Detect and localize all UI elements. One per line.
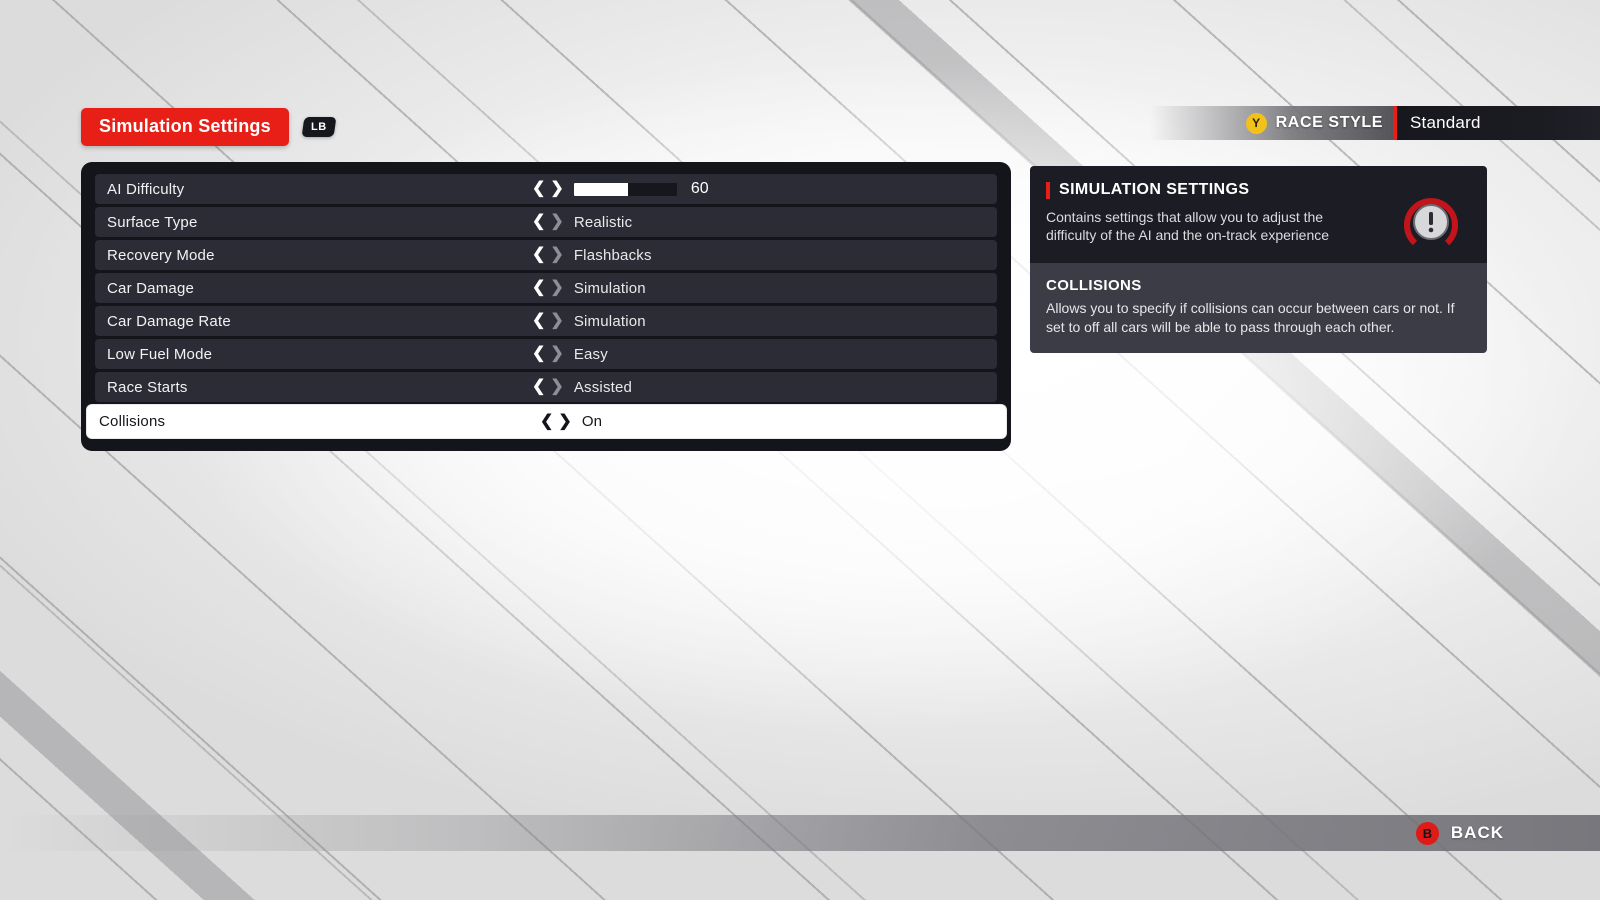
value-stepper[interactable]: ❮ ❯ (532, 247, 564, 263)
chevron-right-icon[interactable]: ❯ (550, 214, 563, 230)
setting-value: Easy (573, 345, 608, 363)
lb-shoulder-button-badge[interactable]: LB (301, 117, 336, 137)
chevron-left-icon[interactable]: ❮ (532, 280, 545, 296)
info-description: Contains settings that allow you to adju… (1046, 209, 1330, 244)
settings-rows: AI Difficulty ❮ ❯ 60 Surface Type ❮ ❯ Realistic… (87, 174, 1006, 438)
info-subtitle: COLLISIONS (1046, 276, 1142, 294)
chevron-right-icon[interactable]: ❯ (550, 313, 563, 329)
chevron-right-icon[interactable]: ❯ (550, 346, 563, 362)
value-stepper[interactable]: ❮ ❯ (532, 214, 564, 230)
chevron-right-icon[interactable]: ❯ (550, 379, 563, 395)
setting-value: Simulation (573, 279, 646, 297)
slider-value: 60 (690, 180, 709, 197)
chevron-left-icon[interactable]: ❮ (532, 214, 545, 230)
setting-label: Collisions (99, 413, 166, 430)
setting-row[interactable]: Recovery Mode ❮ ❯ Flashbacks (95, 240, 997, 270)
tab-simulation-settings[interactable]: Simulation Settings (81, 108, 289, 146)
chevron-right-icon[interactable]: ❯ (550, 247, 563, 263)
value-stepper[interactable]: ❮ ❯ (532, 181, 564, 197)
value-stepper[interactable]: ❮ ❯ (532, 346, 564, 362)
info-panel-top: SIMULATION SETTINGS Contains settings th… (1030, 166, 1487, 263)
setting-row[interactable]: Car Damage Rate ❮ ❯ Simulation (95, 306, 997, 336)
info-panel: SIMULATION SETTINGS Contains settings th… (1030, 166, 1487, 354)
page-header: Simulation Settings LB (81, 108, 336, 146)
warning-icon (1404, 198, 1458, 246)
setting-row[interactable]: AI Difficulty ❮ ❯ 60 (95, 174, 997, 204)
race-style-value: Standard (1410, 113, 1481, 132)
setting-value: On (581, 413, 603, 430)
setting-row[interactable]: Low Fuel Mode ❮ ❯ Easy (95, 339, 997, 369)
setting-value: Flashbacks (573, 246, 652, 264)
chevron-left-icon[interactable]: ❮ (540, 413, 553, 430)
setting-row[interactable]: Surface Type ❮ ❯ Realistic (95, 207, 997, 237)
setting-value: Assisted (573, 378, 633, 396)
race-style-label: RACE STYLE (1275, 114, 1383, 131)
value-stepper[interactable]: ❮ ❯ (532, 313, 564, 329)
setting-label: Car Damage (107, 279, 195, 297)
setting-row[interactable]: Collisions ❮ ❯ On (87, 405, 1006, 438)
info-body-text: Allows you to specify if collisions can … (1046, 299, 1455, 335)
chevron-right-icon[interactable]: ❯ (558, 413, 571, 430)
chevron-left-icon[interactable]: ❮ (532, 379, 545, 395)
back-action-bar[interactable]: B BACK (0, 815, 1600, 851)
value-stepper[interactable]: ❮ ❯ (540, 413, 572, 430)
setting-label: Car Damage Rate (107, 312, 231, 330)
chevron-right-icon[interactable]: ❯ (550, 181, 563, 197)
setting-label: Surface Type (107, 213, 198, 231)
chevron-left-icon[interactable]: ❮ (532, 346, 545, 362)
race-style-bar[interactable]: Y RACE STYLE Standard (1150, 106, 1600, 140)
setting-label: Low Fuel Mode (107, 345, 213, 363)
ai-difficulty-slider[interactable]: 60 (573, 180, 709, 198)
slider-fill (573, 182, 629, 196)
chevron-left-icon[interactable]: ❮ (532, 247, 545, 263)
setting-row[interactable]: Car Damage ❮ ❯ Simulation (95, 273, 997, 303)
difficulty-segment-indicator (1494, 113, 1523, 133)
setting-value: Realistic (573, 213, 633, 231)
chevron-right-icon[interactable]: ❯ (550, 280, 563, 296)
setting-value: Simulation (573, 312, 646, 330)
y-button-icon[interactable]: Y (1245, 112, 1267, 134)
settings-panel: AI Difficulty ❮ ❯ 60 Surface Type ❮ ❯ Realistic… (81, 162, 1011, 451)
chevron-left-icon[interactable]: ❮ (532, 313, 545, 329)
race-style-right-section: Standard (1397, 106, 1600, 140)
slider-track[interactable] (573, 182, 677, 196)
setting-label: AI Difficulty (107, 180, 185, 198)
setting-label: Recovery Mode (107, 246, 215, 264)
setting-label: Race Starts (107, 378, 188, 396)
game-settings-screen: Simulation Settings LB Y RACE STYLE Stan… (0, 0, 1600, 900)
info-panel-bottom: COLLISIONS Allows you to specify if coll… (1030, 262, 1487, 354)
setting-row[interactable]: Race Starts ❮ ❯ Assisted (95, 372, 997, 402)
race-style-left-section: Y RACE STYLE (1150, 106, 1393, 140)
value-stepper[interactable]: ❮ ❯ (532, 379, 564, 395)
lb-badge-label: LB (310, 121, 327, 133)
value-stepper[interactable]: ❮ ❯ (532, 280, 564, 296)
title-accent-bar (1046, 181, 1050, 199)
info-title: SIMULATION SETTINGS (1059, 181, 1250, 198)
b-button-icon[interactable]: B (1415, 821, 1439, 845)
back-button-label: BACK (1450, 823, 1504, 842)
chevron-left-icon[interactable]: ❮ (532, 181, 545, 197)
